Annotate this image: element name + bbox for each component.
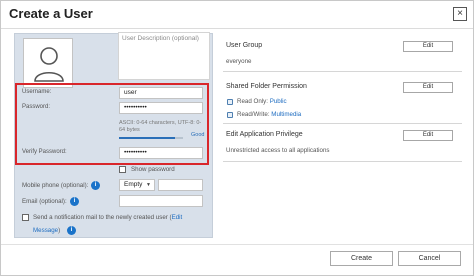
read-only-label: Read Only: bbox=[237, 98, 268, 105]
chevron-down-icon: ▼ bbox=[146, 182, 151, 188]
dialog-title-bar: Create a User × bbox=[1, 1, 473, 29]
create-user-dialog: Create a User × User Description (option… bbox=[0, 0, 474, 276]
user-silhouette-icon bbox=[34, 47, 64, 82]
read-write-value[interactable]: Multimedia bbox=[271, 111, 301, 118]
email-label: Email (optional): bbox=[22, 198, 67, 205]
verify-password-label: Verify Password: bbox=[22, 149, 67, 155]
section-divider bbox=[223, 161, 462, 162]
footer-divider bbox=[1, 244, 473, 245]
user-group-edit-button[interactable]: Edit bbox=[403, 41, 453, 52]
cancel-button[interactable]: Cancel bbox=[398, 251, 461, 266]
country-code-value: Empty bbox=[124, 181, 143, 188]
app-privilege-value[interactable]: Unrestricted access to all applications bbox=[226, 147, 330, 154]
read-only-row: Read Only: Public bbox=[237, 98, 287, 105]
app-privilege-edit-button[interactable]: Edit bbox=[403, 130, 453, 141]
section-divider bbox=[223, 123, 462, 124]
verify-password-input[interactable]: •••••••••• bbox=[119, 147, 203, 159]
shared-folder-title: Shared Folder Permission bbox=[226, 83, 307, 90]
user-description-placeholder: User Description (optional) bbox=[122, 35, 199, 42]
info-icon[interactable]: i bbox=[70, 197, 79, 206]
mobile-phone-label: Mobile phone (optional): bbox=[22, 182, 89, 189]
info-icon[interactable]: i bbox=[67, 226, 76, 235]
show-password-label: Show password bbox=[131, 166, 175, 173]
password-strength-fill bbox=[119, 137, 176, 139]
show-password-checkbox[interactable] bbox=[119, 166, 126, 173]
password-strength-bar bbox=[119, 137, 183, 139]
user-group-title: User Group bbox=[226, 42, 263, 49]
app-privilege-title: Edit Application Privilege bbox=[226, 131, 303, 138]
read-only-value[interactable]: Public bbox=[270, 98, 287, 105]
email-input[interactable] bbox=[119, 195, 203, 207]
edit-message-link[interactable]: Edit bbox=[172, 214, 183, 221]
notify-close-paren: ) bbox=[58, 227, 61, 234]
close-button[interactable]: × bbox=[453, 7, 467, 21]
read-write-label: Read/Write: bbox=[237, 111, 270, 118]
password-label: Password: bbox=[22, 104, 51, 110]
notify-text-line2: Message) bbox=[33, 227, 60, 234]
info-icon[interactable]: i bbox=[91, 181, 100, 190]
notify-checkbox[interactable] bbox=[22, 214, 29, 221]
read-write-row: Read/Write: Multimedia bbox=[237, 111, 301, 118]
country-code-select[interactable]: Empty ▼ bbox=[119, 179, 155, 191]
shared-folder-edit-button[interactable]: Edit bbox=[403, 82, 453, 93]
username-label: Username: bbox=[22, 89, 52, 95]
user-description-input[interactable]: User Description (optional) bbox=[118, 32, 210, 80]
folder-icon bbox=[227, 112, 233, 118]
user-group-value[interactable]: everyone bbox=[226, 58, 251, 65]
password-input[interactable]: •••••••••• bbox=[119, 102, 203, 114]
username-input[interactable]: user bbox=[119, 87, 203, 99]
mobile-phone-input[interactable] bbox=[158, 179, 203, 191]
notify-label: Send a notification mail to the newly cr… bbox=[33, 214, 172, 221]
password-strength-label: Good bbox=[191, 132, 205, 138]
notify-text: Send a notification mail to the newly cr… bbox=[33, 214, 182, 221]
section-divider bbox=[223, 71, 462, 72]
edit-message-link-cont[interactable]: Message bbox=[33, 227, 58, 234]
folder-icon bbox=[227, 99, 233, 105]
avatar[interactable] bbox=[23, 38, 73, 88]
create-button[interactable]: Create bbox=[330, 251, 393, 266]
dialog-title: Create a User bbox=[9, 6, 93, 21]
